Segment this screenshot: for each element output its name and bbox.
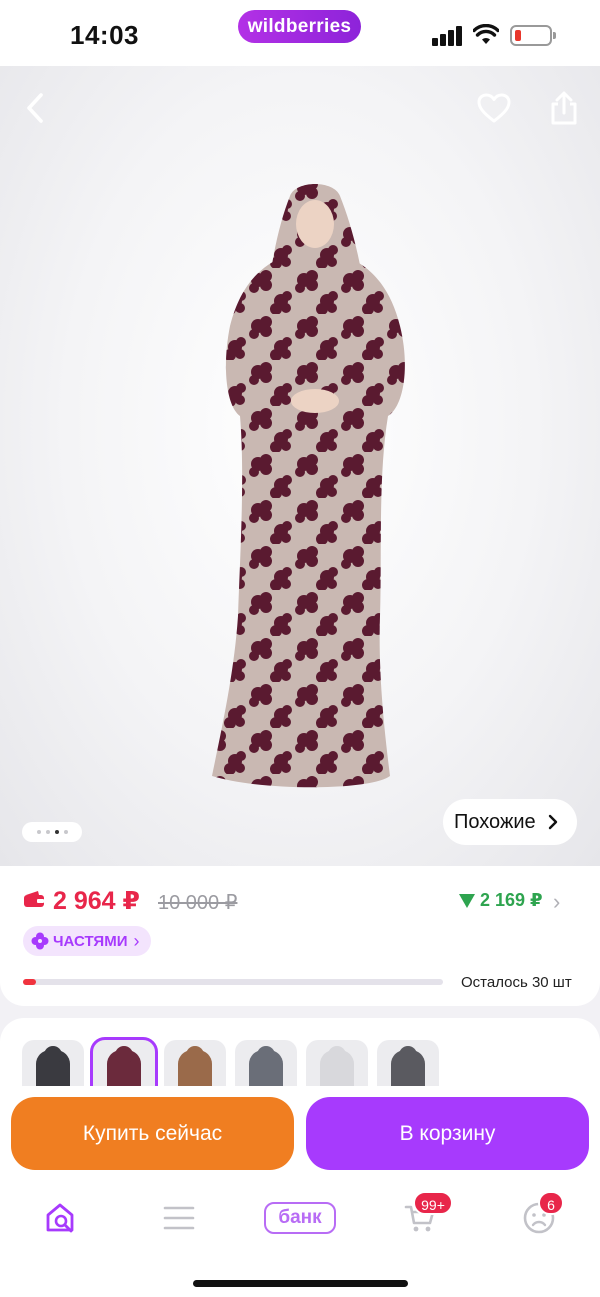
product-photo bbox=[212, 184, 405, 788]
pager-dot bbox=[63, 830, 68, 834]
wallet-price-value: 2 169 ₽ bbox=[480, 890, 543, 910]
installments-badge[interactable]: ЧАСТЯМИ › bbox=[23, 926, 152, 956]
home-indicator bbox=[193, 1280, 408, 1287]
nav-catalog[interactable] bbox=[155, 1196, 203, 1240]
home-search-icon bbox=[46, 1203, 74, 1233]
thumbnail-head bbox=[399, 1046, 417, 1064]
stock-remaining-label: Осталось 30 шт bbox=[461, 974, 572, 991]
image-pager-dots bbox=[22, 822, 82, 842]
clover-icon bbox=[31, 932, 49, 950]
nav-bank[interactable]: банк bbox=[263, 1196, 337, 1240]
pager-dot bbox=[36, 830, 41, 834]
product-image-gallery[interactable]: Похожие bbox=[0, 66, 600, 866]
thumbnail-head bbox=[44, 1046, 62, 1064]
wildberries-logo: wildberries bbox=[238, 10, 361, 43]
battery-level bbox=[515, 30, 521, 41]
current-price: 2 964 ₽ bbox=[53, 887, 140, 915]
stock-progress-fill bbox=[23, 979, 36, 985]
chevron-right-icon[interactable]: › bbox=[553, 889, 560, 915]
add-to-cart-button[interactable]: В корзину bbox=[306, 1097, 589, 1170]
product-page: 14:03 wildberries Похожие 2 964 ₽ 10 000… bbox=[0, 0, 600, 1297]
old-price: 10 000 ₽ bbox=[158, 892, 238, 914]
similar-products-button[interactable]: Похожие bbox=[443, 799, 577, 845]
bank-label: банк bbox=[264, 1202, 336, 1234]
wallet-price[interactable]: 2 169 ₽ bbox=[459, 890, 543, 911]
back-button[interactable] bbox=[12, 84, 60, 132]
thumbnail-head bbox=[186, 1046, 204, 1064]
purchase-action-bar: Купить сейчас В корзину bbox=[0, 1086, 600, 1184]
profile-notification-badge: 6 bbox=[538, 1191, 564, 1215]
down-arrow-icon bbox=[459, 893, 475, 908]
chevron-left-icon bbox=[27, 93, 43, 123]
pager-dot-active bbox=[54, 830, 59, 834]
cart-count-badge: 99+ bbox=[413, 1191, 453, 1215]
buy-now-button[interactable]: Купить сейчас bbox=[11, 1097, 294, 1170]
chevron-right-icon bbox=[548, 814, 557, 830]
thumbnail-head bbox=[328, 1046, 346, 1064]
status-bar: 14:03 wildberries bbox=[0, 0, 600, 66]
share-icon bbox=[551, 91, 577, 125]
nav-home[interactable] bbox=[37, 1196, 85, 1240]
wifi-icon bbox=[473, 24, 499, 44]
similar-label: Похожие bbox=[454, 810, 536, 833]
installments-label: ЧАСТЯМИ bbox=[53, 932, 128, 950]
cellular-signal-icon bbox=[432, 26, 464, 46]
status-time: 14:03 bbox=[70, 20, 139, 50]
price-card: 2 964 ₽ 10 000 ₽ 2 169 ₽ › ЧАСТЯМИ › Ост… bbox=[0, 866, 600, 1006]
thumbnail-head bbox=[257, 1046, 275, 1064]
share-button[interactable] bbox=[540, 84, 588, 132]
stock-progress-bar bbox=[23, 979, 443, 985]
bottom-navigation: банк 99+ 6 bbox=[0, 1184, 600, 1297]
favorite-button[interactable] bbox=[470, 84, 518, 132]
chevron-right-icon: › bbox=[133, 930, 140, 951]
pager-dot bbox=[45, 830, 50, 834]
thumbnail-head bbox=[115, 1046, 133, 1064]
heart-icon bbox=[477, 93, 511, 123]
wallet-icon bbox=[24, 891, 44, 907]
menu-icon bbox=[163, 1206, 195, 1230]
battery-icon bbox=[510, 25, 556, 46]
